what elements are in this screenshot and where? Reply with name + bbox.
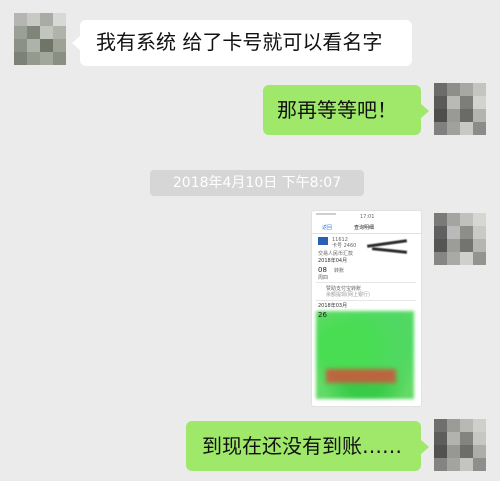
status-bar [316,213,336,215]
card-sub: 卡号 2460 [332,243,357,249]
entry-desc: 转账 [334,268,345,274]
self-avatar[interactable] [434,213,486,265]
entry-subtitle: 余额提现(网上银行) [326,292,370,298]
message-text: 到现在还没有到账…… [202,434,402,458]
entry-day: 26 [318,311,327,319]
bank-label: 交易人民币汇款 [318,251,354,257]
message-bubble-sent[interactable]: 到现在还没有到账…… [186,421,429,471]
self-avatar[interactable] [434,419,486,471]
row-divider [316,300,416,301]
month-header: 2018年04月 [318,258,348,264]
message-text: 我有系统 给了卡号就可以看名字 [96,30,383,54]
image-message[interactable]: 17:01 返回 查询明细 11612 卡号 2460 交易人民币汇款 2018… [312,211,421,406]
nav-divider [312,233,421,234]
redaction-scribble [371,247,408,254]
message-bubble-sent[interactable]: 那再等等吧！ [263,85,429,135]
entry-week: 周四 [318,275,329,281]
message-text: 那再等等吧！ [277,98,397,122]
nav-title: 查询明细 [354,225,375,231]
row-divider [316,282,416,283]
bubble-tail [421,440,429,454]
bubble-tail [72,36,80,50]
contact-avatar[interactable] [14,13,66,65]
status-bar-time: 17:01 [360,214,375,220]
green-redaction [316,311,414,399]
self-avatar[interactable] [434,83,486,135]
bank-logo [318,237,328,245]
message-bubble-received[interactable]: 我有系统 给了卡号就可以看名字 [72,20,412,66]
red-redaction [326,369,396,383]
chat-timestamp: 2018年4月10日 下午8:07 [150,170,364,196]
back-label: 返回 [322,225,333,231]
month-header: 2018年03月 [318,303,348,309]
bubble-tail [421,104,429,118]
entry-day: 08 [318,266,327,274]
